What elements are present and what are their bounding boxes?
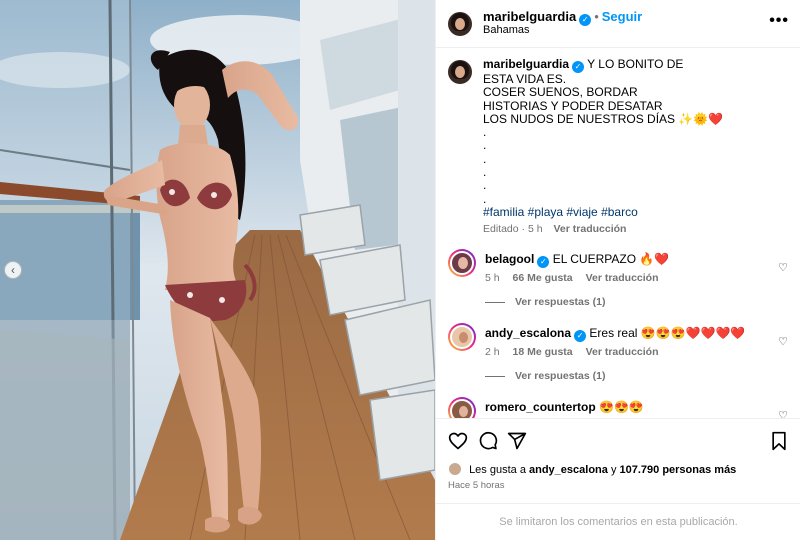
caption-line: LOS NUDOS DE NUESTROS DÍAS ✨🌞❤️ — [483, 111, 724, 126]
translate-button[interactable]: Ver traducción — [554, 223, 627, 235]
carousel-prev-button[interactable]: ‹ — [4, 261, 22, 279]
likes-connector: y — [610, 464, 617, 476]
commenter-avatar[interactable] — [448, 249, 476, 277]
commenter-username[interactable]: romero_countertop — [485, 400, 596, 414]
caption-dot: . — [483, 178, 487, 193]
caption-dot: . — [483, 125, 487, 140]
verified-badge-icon: ✓ — [579, 14, 592, 26]
caption-dot: . — [483, 165, 487, 180]
caption-dot: . — [483, 151, 487, 166]
separator-dot: • — [594, 9, 599, 24]
comment-time: 5 h — [485, 272, 500, 284]
author-avatar[interactable] — [448, 12, 472, 36]
caption-hashtags[interactable]: #familia #playa #viaje #barco — [483, 205, 638, 219]
edited-label: Editado — [483, 223, 519, 236]
post-header: maribelguardia ✓ • Seguir Bahamas ••• — [436, 0, 800, 48]
photo-illustration — [0, 0, 435, 540]
post-sidebar: maribelguardia ✓ • Seguir Bahamas ••• marib… — [435, 0, 800, 540]
commenter-avatar[interactable] — [448, 397, 476, 418]
likes-others[interactable]: 107.790 personas más — [620, 464, 737, 476]
follow-button[interactable]: Seguir — [602, 9, 642, 24]
comment-translate[interactable]: Ver traducción — [586, 346, 659, 358]
likes-user[interactable]: andy_escalona — [529, 464, 608, 476]
caption-line: Y LO BONITO DE — [587, 57, 684, 71]
post-actions: Les gusta a andy_escalona y 107.790 pers… — [436, 418, 800, 503]
caption-dot: . — [483, 191, 487, 206]
replies-label: Ver respuestas (1) — [515, 296, 606, 308]
share-icon[interactable] — [507, 431, 527, 451]
post-photo[interactable]: ‹ — [0, 0, 435, 540]
post-location[interactable]: Bahamas — [483, 24, 529, 36]
post-time: Hace 5 horas — [448, 480, 505, 491]
comment-translate[interactable]: Ver traducción — [586, 272, 659, 284]
comment-icon[interactable] — [478, 431, 498, 451]
comment-heart-icon[interactable]: ♡ — [778, 409, 788, 418]
replies-label: Ver respuestas (1) — [515, 370, 606, 382]
comment-text: 😍😍😍 — [599, 400, 644, 414]
comment-text: Eres real 😍😍😍❤️❤️❤️❤️ — [589, 326, 746, 340]
commenter-avatar[interactable] — [448, 323, 476, 351]
comment-heart-icon[interactable]: ♡ — [778, 335, 788, 348]
caption-time: 5 h — [527, 223, 543, 236]
caption-dot: . — [483, 138, 487, 153]
likes-prefix: Les gusta a — [469, 464, 526, 476]
comment-text: EL CUERPAZO 🔥❤️ — [552, 252, 670, 266]
comment-heart-icon[interactable]: ♡ — [778, 261, 788, 274]
comments-section: maribelguardia ✓ Y LO BONITO DE ESTA VIDA… — [436, 48, 800, 418]
verified-badge-icon: ✓ — [574, 330, 587, 342]
commenter-username[interactable]: andy_escalona — [485, 326, 571, 340]
liker-avatar — [448, 462, 462, 476]
comment-time: 2 h — [485, 346, 500, 358]
comment-meta: 5 h 66 Me gusta Ver traducción — [485, 272, 669, 284]
verified-badge-icon: ✓ — [572, 61, 585, 73]
caption-line: COSER SUENOS, BORDAR — [483, 85, 638, 100]
caption-username[interactable]: maribelguardia — [483, 57, 569, 71]
caption-author-avatar[interactable] — [448, 60, 472, 84]
view-replies-button[interactable]: Ver respuestas (1) — [485, 370, 605, 382]
author-username[interactable]: maribelguardia — [483, 9, 576, 24]
commenter-username[interactable]: belagool — [485, 252, 534, 266]
caption-meta: Editado · 5 h Ver traducción — [483, 223, 627, 236]
caption-line: HISTORIAS Y PODER DESATAR — [483, 98, 663, 113]
verified-badge-icon: ✓ — [537, 256, 550, 268]
comment-meta: 2 h 18 Me gusta Ver traducción — [485, 346, 669, 358]
caption-line: ESTA VIDA ES. — [483, 72, 567, 86]
heart-icon[interactable] — [448, 431, 468, 451]
chevron-left-icon: ‹ — [11, 263, 15, 277]
comment-likes[interactable]: 18 Me gusta — [513, 346, 573, 358]
bookmark-icon[interactable] — [769, 431, 789, 451]
comments-limited-notice: Se limitaron los comentarios en esta pub… — [436, 503, 800, 540]
view-replies-button[interactable]: Ver respuestas (1) — [485, 296, 605, 308]
comment-likes[interactable]: 66 Me gusta — [513, 272, 573, 284]
likes-summary[interactable]: Les gusta a andy_escalona y 107.790 pers… — [448, 462, 736, 476]
more-options-icon[interactable]: ••• — [769, 12, 789, 30]
